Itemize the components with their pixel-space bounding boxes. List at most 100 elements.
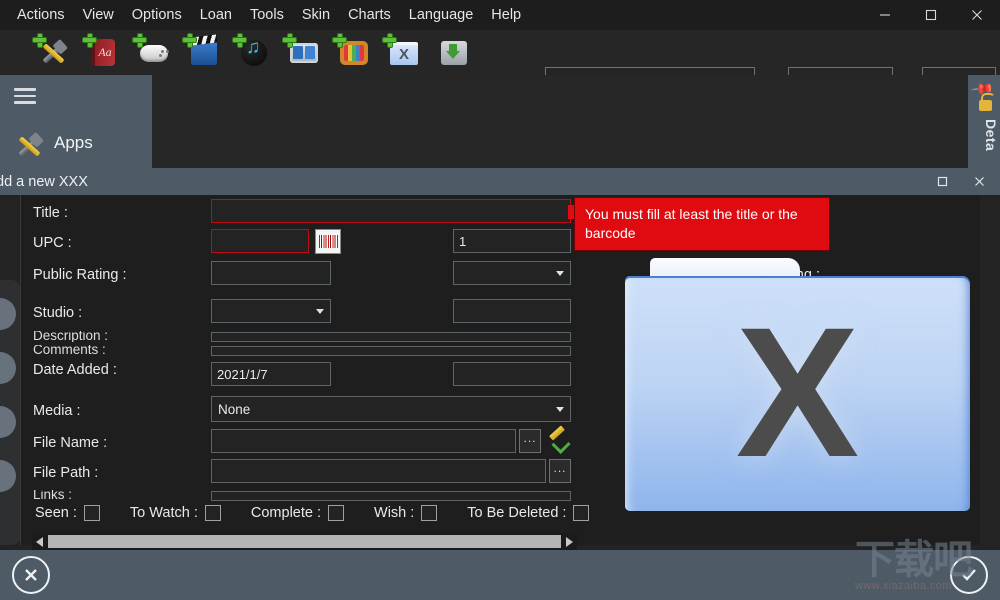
- file-name-browse-button[interactable]: ...: [519, 429, 541, 453]
- menu-loan[interactable]: Loan: [191, 4, 241, 27]
- coll-input[interactable]: [453, 229, 571, 253]
- plus-badge-icon: [383, 33, 396, 47]
- upc-input[interactable]: [211, 229, 309, 253]
- add-xxx-icon[interactable]: X: [383, 33, 422, 70]
- rail-tab-2[interactable]: [0, 352, 16, 384]
- sidebar-item-apps[interactable]: Apps: [12, 129, 93, 157]
- add-tools-icon[interactable]: [33, 33, 72, 70]
- inner-window-title: dd a new XXX: [0, 173, 88, 190]
- scroll-right-arrow-icon[interactable]: [562, 533, 577, 550]
- inner-window-title-bar: dd a new XXX: [0, 168, 1000, 195]
- public-rating-label: Public Rating :: [33, 267, 127, 283]
- runtime-input[interactable]: [453, 299, 571, 323]
- add-handheld-icon[interactable]: [283, 33, 322, 70]
- studio-label: Studio :: [33, 305, 83, 321]
- rail-tab-1[interactable]: [0, 298, 16, 330]
- horizontal-scrollbar[interactable]: [32, 533, 577, 550]
- to-watch-checkbox[interactable]: [204, 505, 221, 521]
- menu-bar: Actions View Options Loan Tools Skin Cha…: [0, 0, 530, 30]
- my-rating-select[interactable]: [453, 261, 571, 285]
- menu-skin[interactable]: Skin: [293, 4, 339, 27]
- media-value: None: [218, 401, 251, 417]
- to-be-deleted-checkbox[interactable]: [573, 505, 590, 521]
- released-date-input[interactable]: [453, 362, 571, 386]
- download-glyph: [441, 40, 467, 65]
- plus-badge-icon: [33, 33, 46, 47]
- public-rating-field-row: Public Rating :: [33, 263, 127, 287]
- left-rail: [0, 280, 20, 545]
- menu-tools[interactable]: Tools: [241, 4, 293, 27]
- menu-charts[interactable]: Charts: [339, 4, 400, 27]
- confirm-button[interactable]: [950, 556, 988, 594]
- to-be-deleted-label: To Be Deleted :: [467, 505, 567, 521]
- application-window: Actions View Options Loan Tools Skin Cha…: [0, 0, 1000, 600]
- maximize-button[interactable]: [908, 0, 954, 30]
- public-rating-input[interactable]: [211, 261, 331, 285]
- file-path-browse-button[interactable]: ...: [549, 459, 571, 483]
- comments-input[interactable]: [211, 346, 571, 356]
- inner-window-controls: [924, 168, 998, 195]
- sidebar-item-label: Apps: [54, 133, 93, 152]
- menu-view[interactable]: View: [74, 4, 123, 27]
- add-music-icon[interactable]: [233, 33, 272, 70]
- plus-badge-icon: [283, 33, 296, 47]
- menu-help[interactable]: Help: [482, 4, 530, 27]
- date-added-field-row: Date Added :: [33, 358, 117, 382]
- folder-letter: X: [735, 290, 860, 496]
- links-label: Links :: [33, 490, 73, 501]
- scroll-left-arrow-icon[interactable]: [32, 533, 47, 550]
- details-tab[interactable]: Deta: [983, 119, 999, 151]
- add-game-icon[interactable]: [133, 33, 172, 70]
- rail-tab-3[interactable]: [0, 406, 16, 438]
- barcode-scan-button[interactable]: [315, 229, 341, 254]
- complete-label: Complete :: [250, 505, 322, 521]
- date-added-label: Date Added :: [33, 362, 117, 378]
- rail-tab-4[interactable]: [0, 460, 16, 492]
- description-label: Description :: [33, 331, 109, 342]
- seen-label: Seen :: [35, 505, 77, 521]
- file-path-input[interactable]: [211, 459, 546, 483]
- plus-badge-icon: [183, 33, 196, 47]
- x-folder-icon: X: [625, 258, 970, 518]
- sidebar-panel: Apps: [0, 75, 152, 168]
- hamburger-icon[interactable]: [14, 88, 36, 104]
- complete-checkbox[interactable]: [328, 505, 345, 521]
- checkbox-group-seen: Seen :: [35, 505, 100, 521]
- wish-checkbox[interactable]: [421, 505, 438, 521]
- add-book-icon[interactable]: Aa: [83, 33, 122, 70]
- media-field-row: Media :: [33, 399, 81, 423]
- import-download-icon[interactable]: [436, 36, 472, 70]
- media-select[interactable]: None: [211, 396, 571, 422]
- inner-maximize-button[interactable]: [924, 168, 961, 195]
- close-button[interactable]: [954, 0, 1000, 30]
- window-controls: [862, 0, 1000, 30]
- scrollbar-thumb[interactable]: [48, 535, 561, 548]
- plus-badge-icon: [133, 33, 146, 47]
- menu-language[interactable]: Language: [400, 4, 483, 27]
- studio-field-row: Studio :: [33, 301, 82, 325]
- upc-field-row: UPC :: [33, 231, 72, 255]
- file-path-field-row: File Path :: [33, 461, 98, 485]
- pencil-icon[interactable]: [546, 427, 568, 451]
- minimize-button[interactable]: [862, 0, 908, 30]
- main-toolbar: Aa ♫ X: [0, 30, 1000, 95]
- inner-close-button[interactable]: [961, 168, 998, 195]
- to-watch-label: To Watch :: [129, 505, 198, 521]
- menu-options[interactable]: Options: [123, 4, 191, 27]
- title-input[interactable]: [211, 199, 571, 223]
- seen-checkbox[interactable]: [83, 505, 100, 521]
- file-name-input[interactable]: [211, 429, 516, 453]
- add-movie-icon[interactable]: [183, 33, 222, 70]
- studio-select[interactable]: [211, 299, 331, 323]
- lock-icon[interactable]: [979, 93, 995, 111]
- tools-icon: [15, 132, 45, 160]
- description-input[interactable]: [211, 332, 571, 342]
- date-added-input[interactable]: [211, 362, 331, 386]
- title-bar: Actions View Options Loan Tools Skin Cha…: [0, 0, 1000, 30]
- menu-actions[interactable]: Actions: [8, 4, 74, 27]
- links-input[interactable]: [211, 491, 571, 501]
- cancel-button[interactable]: [12, 556, 50, 594]
- add-tv-icon[interactable]: [333, 33, 372, 70]
- bottom-action-bar: CLEAN NFO UPDATE VIEW NFO WEB UPDATE CRE…: [0, 550, 1000, 600]
- chevron-down-icon: [556, 407, 564, 412]
